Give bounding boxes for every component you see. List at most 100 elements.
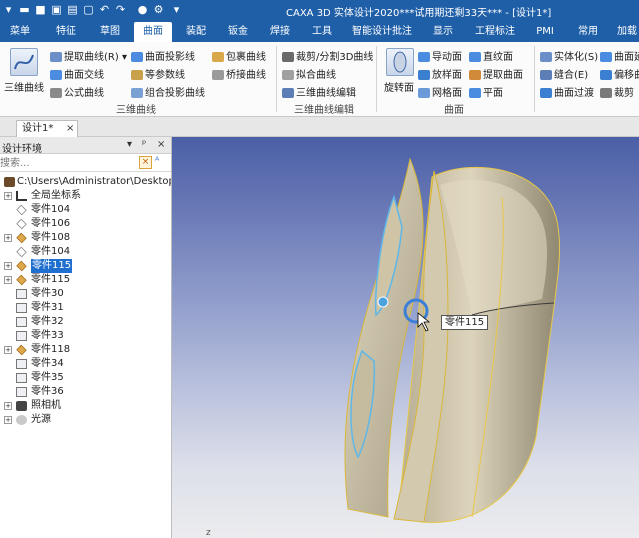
tab-tools[interactable]: 工具 (304, 22, 340, 42)
3d-curve-icon[interactable] (10, 48, 38, 76)
tree-item[interactable]: + 零件115 (0, 259, 171, 273)
extract-curve-label: 提取曲线(R) (64, 52, 119, 63)
tree-item[interactable]: 零件104 (0, 203, 171, 217)
mesh-surface-button[interactable]: 网格面 (418, 84, 462, 99)
tree-item[interactable]: 零件106 (0, 217, 171, 231)
surface-intersection-button[interactable]: 曲面交线 (50, 66, 104, 81)
sweep-surface-button[interactable]: 导动面 (418, 48, 462, 63)
tree-item[interactable]: 零件35 (0, 371, 171, 385)
tree-item-label: 零件115 (31, 274, 71, 285)
tab-sketch[interactable]: 草图 (92, 22, 128, 42)
tree-item[interactable]: + 全局坐标系 (0, 189, 171, 203)
surface-projection-curve-button[interactable]: 曲面投影线 (131, 48, 195, 63)
tab-welding[interactable]: 焊接 (262, 22, 298, 42)
panel-close-icon[interactable]: × (157, 139, 165, 150)
tab-menu[interactable]: 菜单 (4, 22, 36, 42)
tree-item[interactable]: 零件31 (0, 301, 171, 315)
tree-item[interactable]: 零件36 (0, 385, 171, 399)
part-icon (16, 344, 27, 356)
surface-fillet-icon (540, 88, 552, 98)
monitor-icon[interactable]: ▢ (82, 3, 95, 17)
ruled-surface-button[interactable]: 直纹面 (469, 48, 513, 63)
surface-fillet-button[interactable]: 曲面过渡 (540, 84, 594, 99)
tab-sheet-metal[interactable]: 钣金 (220, 22, 256, 42)
close-icon[interactable]: × (66, 121, 74, 136)
solidify-button[interactable]: 实体化(S) (540, 48, 598, 63)
pin-icon[interactable]: ᵖ (142, 139, 146, 150)
3d-viewport[interactable]: z 零件115 (172, 137, 639, 538)
revolve-surface-button[interactable]: 旋转面 (384, 79, 414, 94)
document-tab[interactable]: 设计1* × (16, 120, 78, 137)
formula-curve-button[interactable]: 公式曲线 (50, 84, 104, 99)
tree-item[interactable]: + 零件118 (0, 343, 171, 357)
revolve-surface-icon[interactable] (386, 48, 414, 76)
tree-item[interactable]: + 零件115 (0, 273, 171, 287)
trim-surface-button[interactable]: 裁剪 (600, 84, 634, 99)
expand-icon[interactable]: + (4, 402, 12, 410)
print-icon[interactable]: ▤ (66, 3, 79, 17)
tree-item[interactable]: 零件33 (0, 329, 171, 343)
stitch-button[interactable]: 缝合(E) (540, 66, 588, 81)
wrap-curve-button[interactable]: 包裹曲线 (212, 48, 266, 63)
iso-parameter-curve-button[interactable]: 等参数线 (131, 66, 185, 81)
sphere-icon[interactable]: ● (136, 3, 149, 17)
settings-icon[interactable]: ⚙ (152, 3, 165, 17)
mesh-surface-icon (418, 88, 430, 98)
trim-split-3d-curve-button[interactable]: 裁剪/分割3D曲线 (282, 48, 373, 63)
expand-icon[interactable]: + (4, 192, 12, 200)
tab-load[interactable]: 加载 (612, 22, 639, 42)
3d-curve-button[interactable]: 三维曲线 (4, 79, 44, 94)
tree-item[interactable]: C:\Users\Administrator\Desktop\ (0, 175, 171, 189)
tab-drawing-annotation[interactable]: 工程标注 (468, 22, 522, 42)
expand-icon[interactable]: + (4, 262, 12, 270)
edit-3d-curve-button[interactable]: 三维曲线编辑 (282, 84, 356, 99)
trim-split-label: 裁剪/分割3D曲线 (296, 52, 374, 63)
stitch-label: 缝合(E) (554, 70, 589, 81)
redo-icon[interactable]: ↷ (114, 3, 127, 17)
more-icon[interactable]: ▾ (170, 3, 183, 17)
surface-extend-button[interactable]: 曲面延 (600, 48, 639, 63)
tab-smart-annotation[interactable]: 智能设计批注 (346, 22, 418, 42)
extract-surface-label: 提取曲面 (483, 70, 523, 81)
extract-curve-button[interactable]: 提取曲线(R) ▾ (50, 48, 127, 63)
extract-surface-button[interactable]: 提取曲面 (469, 66, 523, 81)
tree-item-label: 零件31 (31, 302, 64, 313)
bridge-curve-label: 桥接曲线 (226, 70, 266, 81)
app-menu-icon[interactable]: ▾ (2, 3, 15, 17)
tab-assembly[interactable]: 装配 (178, 22, 214, 42)
group-divider (276, 46, 277, 112)
fit-curve-button[interactable]: 拟合曲线 (282, 66, 336, 81)
tab-features[interactable]: 特征 (48, 22, 84, 42)
tree-item[interactable]: 零件104 (0, 245, 171, 259)
curve-group-label: 三维曲线 (116, 105, 156, 116)
tree-item[interactable]: + 光源 (0, 413, 171, 427)
save-icon[interactable]: ▣ (50, 3, 63, 17)
bridge-curve-button[interactable]: 桥接曲线 (212, 66, 266, 81)
tab-surface[interactable]: 曲面 (134, 22, 172, 42)
panel-dropdown-icon[interactable]: ▾ (127, 139, 132, 150)
tree-item-label: 照相机 (31, 400, 61, 411)
search-options-icon[interactable]: ᴬ (155, 156, 159, 167)
undo-icon[interactable]: ↶ (98, 3, 111, 17)
tree-item[interactable]: 零件32 (0, 315, 171, 329)
search-input[interactable] (0, 156, 135, 170)
expand-icon[interactable]: + (4, 276, 12, 284)
clear-search-icon[interactable]: × (139, 156, 152, 169)
tab-common[interactable]: 常用 (572, 22, 604, 42)
open-folder-icon[interactable]: ■ (34, 3, 47, 17)
combined-projection-curve-button[interactable]: 组合投影曲线 (131, 84, 205, 99)
tree-item[interactable]: + 照相机 (0, 399, 171, 413)
loft-surface-button[interactable]: 放样面 (418, 66, 462, 81)
plane-button[interactable]: 平面 (469, 84, 503, 99)
tree-item[interactable]: 零件30 (0, 287, 171, 301)
tab-display[interactable]: 显示 (426, 22, 460, 42)
tree-item[interactable]: + 零件108 (0, 231, 171, 245)
tree-item[interactable]: 零件34 (0, 357, 171, 371)
expand-icon[interactable]: + (4, 234, 12, 242)
expand-icon[interactable]: + (4, 416, 12, 424)
offset-surface-button[interactable]: 偏移曲 (600, 66, 639, 81)
expand-icon[interactable]: + (4, 346, 12, 354)
tab-pmi[interactable]: PMI (530, 22, 560, 42)
new-file-icon[interactable]: ▬ (18, 3, 31, 17)
part-icon (16, 260, 27, 272)
